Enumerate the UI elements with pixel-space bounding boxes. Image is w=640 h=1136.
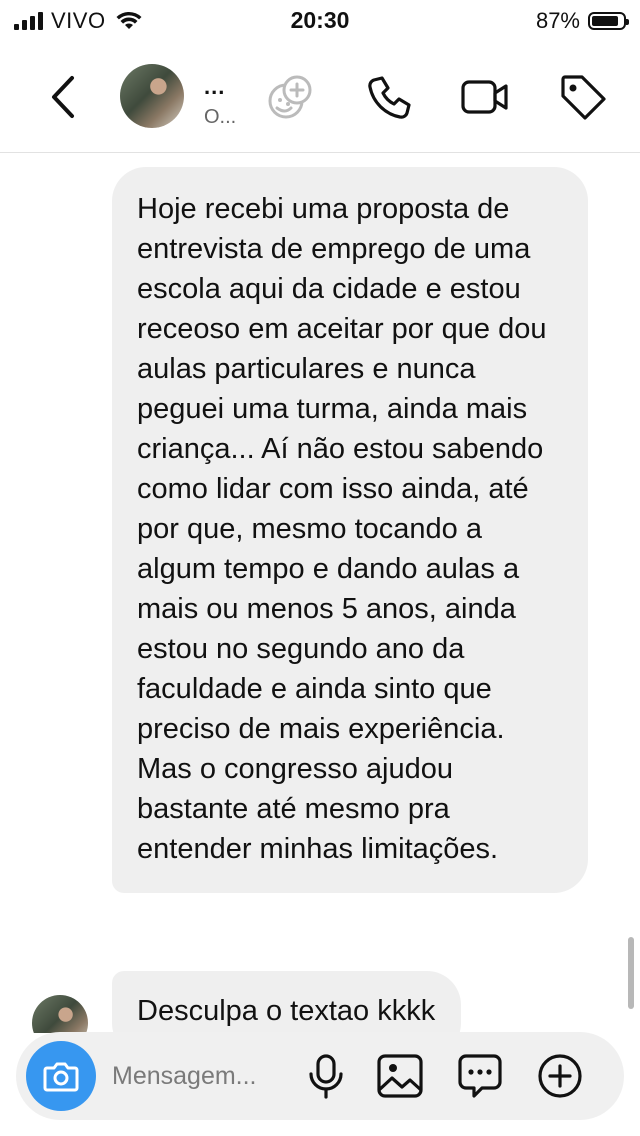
battery-group: 87% xyxy=(535,8,629,34)
phone-icon[interactable] xyxy=(364,72,414,122)
effects-icon[interactable] xyxy=(266,72,316,122)
camera-icon xyxy=(43,1062,79,1092)
camera-button[interactable] xyxy=(26,1041,96,1111)
microphone-icon[interactable] xyxy=(302,1052,350,1100)
chat-header: ... O... xyxy=(0,44,640,153)
status-bar: VIVO 20:30 87% xyxy=(0,0,640,44)
battery-percentage: 87% xyxy=(535,8,580,33)
contact-name[interactable]: ... xyxy=(204,74,225,100)
avatar[interactable] xyxy=(120,64,184,128)
gallery-icon[interactable] xyxy=(376,1052,424,1100)
video-camera-icon[interactable] xyxy=(460,72,510,122)
tag-icon[interactable] xyxy=(558,72,608,122)
message-bubble[interactable]: Hoje recebi uma proposta de entrevista d… xyxy=(112,167,588,893)
scrollbar[interactable] xyxy=(628,937,634,1009)
chevron-left-icon[interactable] xyxy=(44,72,84,122)
battery-level xyxy=(592,16,619,26)
avatar xyxy=(32,995,88,1033)
battery-icon xyxy=(588,12,629,30)
message-list[interactable]: Hoje recebi uma proposta de entrevista d… xyxy=(0,153,640,1033)
contact-subtitle[interactable]: O... xyxy=(204,106,236,129)
message-composer xyxy=(16,1032,624,1120)
plus-icon[interactable] xyxy=(536,1052,584,1100)
message-input[interactable] xyxy=(112,1056,292,1096)
sticker-icon[interactable] xyxy=(456,1052,504,1100)
message-bubble[interactable]: Desculpa o textao kkkk xyxy=(112,971,462,1033)
